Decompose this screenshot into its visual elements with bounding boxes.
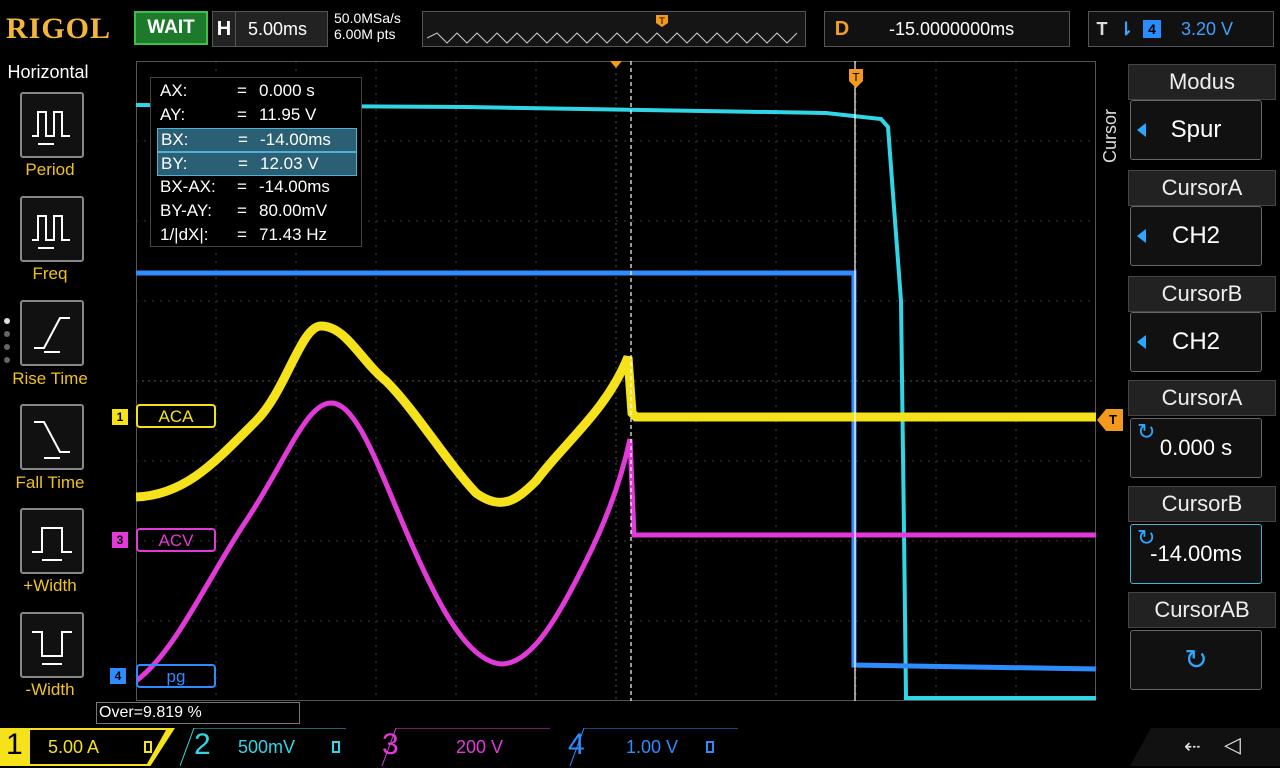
measurement-readout: Over=9.819 % bbox=[96, 702, 300, 724]
ch1-scale: 5.00 A bbox=[48, 737, 100, 757]
cursor-row-ay: AY: = 11.95 V bbox=[160, 105, 317, 124]
trigger-level: 3.20 V bbox=[1181, 18, 1234, 39]
trigger-level-tag[interactable]: T bbox=[1097, 409, 1123, 431]
cursor-a-position-button[interactable]: ↻ 0.000 s bbox=[1130, 418, 1262, 478]
rotate-knob-icon: ↻ bbox=[1137, 525, 1156, 550]
memory-waveform-icon bbox=[427, 32, 798, 44]
channel-tab-dividers bbox=[180, 728, 738, 767]
delay-block[interactable]: D -15.0000000ms bbox=[824, 11, 1070, 47]
right-menu-side-title: Cursor bbox=[1100, 109, 1120, 164]
ch4-label: pg bbox=[136, 664, 216, 688]
cursor-b-position-button[interactable]: ↻ -14.00ms bbox=[1130, 524, 1262, 584]
memory-overview-strip[interactable]: T bbox=[422, 11, 806, 47]
falling-edge-icon: ⇂ bbox=[1118, 18, 1134, 39]
ch1-ground-marker[interactable]: 1 bbox=[112, 409, 128, 425]
period-button[interactable] bbox=[20, 92, 84, 158]
svg-text:T: T bbox=[852, 71, 860, 84]
left-menu-title: Horizontal bbox=[7, 62, 89, 82]
modus-button[interactable]: Spur bbox=[1130, 100, 1262, 160]
neg-width-label: -Width bbox=[25, 680, 75, 699]
trigger-time-marker-icon: T bbox=[849, 69, 863, 88]
sample-rate: 50.0MSa/s bbox=[334, 10, 401, 26]
rotate-knob-icon: ↻ bbox=[1137, 419, 1156, 444]
cursor-row-dy: BY-AY: = 80.00mV bbox=[160, 201, 328, 220]
rise-time-icon bbox=[34, 317, 70, 353]
horizontal-scale[interactable]: H 5.00ms bbox=[212, 11, 328, 47]
center-marker-icon bbox=[610, 61, 622, 68]
ch1-label: ACA bbox=[136, 404, 216, 428]
freq-label: Freq bbox=[32, 264, 68, 283]
menu-arrow-icon bbox=[1137, 335, 1146, 349]
rise-time-label: Rise Time bbox=[12, 369, 88, 388]
trigger-position-marker-icon: T bbox=[656, 15, 668, 27]
cursor-ab-title: CursorAB bbox=[1128, 592, 1276, 628]
period-icon bbox=[32, 111, 70, 145]
ch1-tab[interactable]: 1 5.00 A bbox=[0, 728, 180, 766]
cursor-b-source-title: CursorB bbox=[1128, 276, 1276, 312]
ch4-ground-marker[interactable]: 4 bbox=[110, 668, 126, 684]
ch3-ground-marker[interactable]: 3 bbox=[112, 532, 128, 548]
cursor-b-source-button[interactable]: CH2 bbox=[1130, 312, 1262, 372]
fall-time-button[interactable] bbox=[20, 404, 84, 470]
ch1-bandwidth-icon bbox=[144, 741, 152, 753]
cursor-row-by: BY: = 12.03 V bbox=[157, 152, 357, 176]
freq-icon bbox=[32, 215, 70, 249]
pos-width-button[interactable] bbox=[20, 508, 84, 574]
trigger-source: 4 bbox=[1143, 20, 1161, 38]
pos-width-label: +Width bbox=[23, 576, 77, 595]
neg-width-button[interactable] bbox=[20, 612, 84, 678]
cursor-row-ax: AX: = 0.000 s bbox=[160, 81, 315, 100]
cursor-a-source-title: CursorA bbox=[1128, 170, 1276, 206]
horizontal-scale-value: 5.00ms bbox=[248, 18, 308, 39]
fall-time-icon bbox=[34, 421, 70, 459]
horizontal-label: H bbox=[213, 12, 236, 46]
trigger-label: T bbox=[1096, 18, 1108, 39]
acquisition-info: 50.0MSa/s 6.00M pts bbox=[334, 10, 401, 42]
usb-icon: ⇠ bbox=[1184, 736, 1201, 758]
menu-arrow-icon bbox=[1137, 229, 1146, 243]
cursor-ab-button[interactable]: ↻ bbox=[1130, 630, 1262, 690]
ch1-number: 1 bbox=[6, 728, 23, 761]
pos-width-icon bbox=[32, 527, 72, 561]
menu-arrow-icon bbox=[1137, 123, 1146, 137]
cursor-readout-panel: AX: = 0.000 s AY: = 11.95 V BX: = -14.00ms BY:… bbox=[150, 77, 362, 247]
brand-logo: RIGOL bbox=[6, 12, 112, 45]
neg-width-icon bbox=[32, 631, 72, 665]
cursor-row-freq: 1/|dX|: = 71.43 Hz bbox=[160, 225, 328, 244]
memory-depth: 6.00M pts bbox=[334, 26, 396, 42]
delay-value: -15.0000000ms bbox=[889, 18, 1015, 39]
ch3-label: ACV bbox=[136, 528, 216, 552]
freq-button[interactable] bbox=[20, 196, 84, 262]
rise-time-button[interactable] bbox=[20, 300, 84, 366]
status-icons: ⇠ ◁ bbox=[1130, 728, 1280, 766]
modus-title: Modus bbox=[1128, 64, 1276, 100]
menu-page-dots bbox=[4, 318, 10, 363]
delay-label: D bbox=[834, 18, 850, 40]
rotate-knob-icon: ↻ bbox=[1184, 644, 1208, 675]
period-label: Period bbox=[25, 160, 75, 179]
trigger-block[interactable]: T ⇂ 4 3.20 V bbox=[1088, 11, 1274, 47]
speaker-muted-icon: ◁ bbox=[1224, 732, 1241, 757]
fall-time-label: Fall Time bbox=[15, 473, 85, 492]
cursor-a-source-button[interactable]: CH2 bbox=[1130, 206, 1262, 266]
cursor-row-dx: BX-AX: = -14.00ms bbox=[160, 177, 330, 196]
cursor-row-bx: BX: = -14.00ms bbox=[157, 128, 357, 152]
run-state-indicator[interactable]: WAIT bbox=[134, 11, 208, 45]
svg-text:T: T bbox=[658, 17, 665, 27]
